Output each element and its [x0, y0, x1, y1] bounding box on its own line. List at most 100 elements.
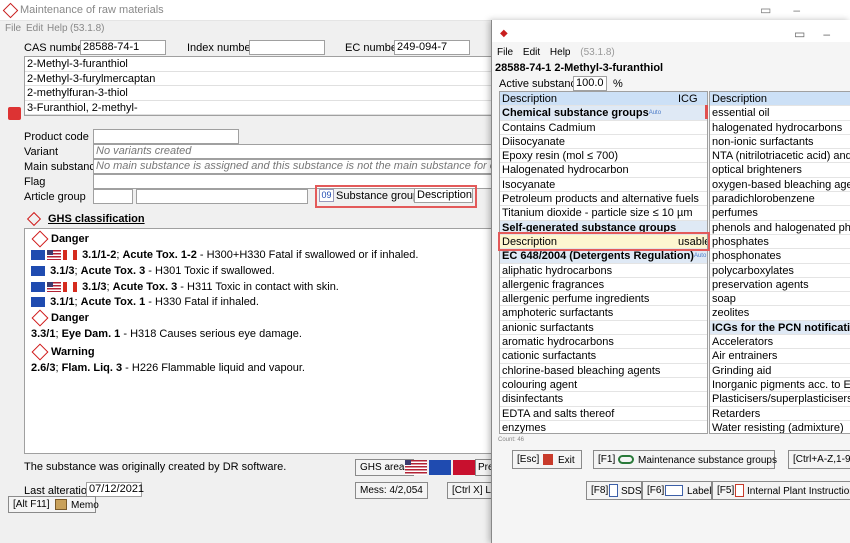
cas-label: CAS number — [24, 42, 87, 54]
table-row[interactable]: preservation agents — [710, 278, 850, 293]
row-description: perfumes — [712, 207, 758, 220]
ghs-line: 3.1/1-2; Acute Tox. 1-2 - H300+H330 Fata… — [31, 249, 418, 261]
table-row[interactable]: EDTA and salts thereof — [500, 407, 707, 421]
group-heading-row[interactable]: ICGs for the PCN notificationAuto — [710, 320, 850, 336]
table-row[interactable]: chlorine-based bleaching agents — [500, 364, 707, 378]
us-area-button[interactable] — [405, 460, 427, 475]
us-flag-icon — [47, 282, 61, 293]
row-description: Plasticisers/superplasticisers — [712, 393, 850, 406]
substance-names-list[interactable]: 2-Methyl-3-furanthiol 2-Methyl-3-furylme… — [24, 56, 504, 116]
table-row[interactable]: essential oil — [710, 106, 850, 121]
substance-groups-table[interactable]: Description ICG Chemical substance group… — [499, 91, 708, 434]
table-row[interactable]: Accelerators — [710, 335, 850, 350]
table-row[interactable]: Air entrainers — [710, 349, 850, 364]
ghs-line: 2.6/3; Flam. Liq. 3 - H226 Flammable liq… — [31, 362, 305, 374]
menu-file[interactable]: File — [5, 23, 21, 34]
article-group-code-field[interactable] — [93, 189, 133, 204]
table-row[interactable]: phenols and halogenated phenols — [710, 221, 850, 235]
menu-edit[interactable]: Edit — [26, 23, 43, 34]
table-row[interactable]: Grinding aid — [710, 364, 850, 378]
table-row[interactable]: Titanium dioxide - particle size ≤ 10 µm — [500, 206, 707, 221]
group-heading-row[interactable]: Chemical substance groupsAuto — [500, 106, 707, 121]
table-row[interactable]: allergenic fragrances — [500, 278, 707, 293]
hazard-statement: H311 Toxic in contact with skin. — [187, 281, 339, 293]
table-row[interactable]: allergenic perfume ingredients — [500, 292, 707, 307]
exit-button[interactable]: [Esc] Exit — [512, 450, 582, 469]
table-row[interactable]: Isocyanate — [500, 178, 707, 193]
table-row[interactable]: colouring agent — [500, 378, 707, 393]
sub-window-controls[interactable]: ▭– — [794, 27, 848, 41]
substance-groups-field[interactable]: Description — [414, 188, 473, 203]
table-row[interactable]: Halogenated hydrocarbon — [500, 163, 707, 178]
group-heading-row[interactable]: Self-generated substance groups — [500, 220, 707, 235]
internal-instruction-button[interactable]: [F5] Internal Plant Instruction — [712, 481, 850, 500]
table-row[interactable]: Retarders — [710, 407, 850, 421]
label-button[interactable]: [F6] Label — [642, 481, 712, 500]
row-description: phosphates — [712, 235, 769, 248]
menu-help[interactable]: Help — [47, 23, 68, 34]
row-description: non-ionic surfactants — [712, 135, 814, 148]
table-row[interactable]: paradichlorobenzene — [710, 192, 850, 207]
table-row[interactable]: halogenated hydrocarbons — [710, 121, 850, 135]
table-row[interactable]: anionic surfactants — [500, 321, 707, 336]
translate-icon[interactable] — [8, 107, 21, 120]
hazard-code: 3.3/1 — [31, 328, 56, 340]
table-row[interactable]: Water resisting (admixture) — [710, 421, 850, 433]
sub-menu-file[interactable]: File — [497, 47, 513, 58]
list-item[interactable]: 2-Methyl-3-furylmercaptan — [25, 72, 503, 86]
maint-shortcut: [F1] — [598, 454, 616, 465]
selected-row-highlight — [498, 232, 710, 251]
table-row[interactable]: phosphates — [710, 235, 850, 250]
table-row[interactable]: disinfectants — [500, 392, 707, 407]
row-description: preservation agents — [712, 278, 809, 291]
row-description: Isocyanate — [502, 178, 556, 191]
table-row[interactable]: Diisocyanate — [500, 135, 707, 150]
index-label: Index number — [187, 42, 255, 54]
table-row[interactable]: enzymes — [500, 421, 707, 433]
ctrl-az-button[interactable]: [Ctrl+A-Z,1-9 — [788, 450, 850, 469]
substance-groups-widget[interactable]: 09 Substance groups Description — [315, 185, 477, 208]
version-label: (53.1.8) — [70, 23, 105, 34]
active-substance-field[interactable]: 100.0 — [573, 76, 607, 91]
list-item[interactable]: 2-methylfuran-3-thiol — [25, 86, 503, 101]
substance-groups-table-right[interactable]: Description essential oil halogenated hyd… — [709, 91, 850, 434]
list-item[interactable]: 3-Furanthiol, 2-methyl- — [25, 101, 503, 115]
uk-area-button[interactable] — [453, 460, 475, 475]
table-row[interactable]: Contains Cadmium — [500, 121, 707, 135]
table-row[interactable]: soap — [710, 292, 850, 307]
table-row[interactable]: oxygen-based bleaching agents — [710, 178, 850, 193]
table-row[interactable]: perfumes — [710, 206, 850, 221]
table-row[interactable]: zeolites — [710, 306, 850, 321]
article-group-name-field[interactable] — [136, 189, 308, 204]
table-row[interactable]: optical brighteners — [710, 163, 850, 178]
sub-menu-help[interactable]: Help — [550, 47, 571, 58]
table-row[interactable]: phosphonates — [710, 249, 850, 264]
substance-groups-number: 09 — [319, 189, 334, 202]
table-row[interactable]: amphoteric surfactants — [500, 306, 707, 321]
hazard-statement: H226 Flammable liquid and vapour. — [131, 362, 305, 374]
row-description: Inorganic pigments acc. to EN 12878 — [712, 378, 850, 391]
table-row[interactable]: polycarboxylates — [710, 264, 850, 278]
table-row[interactable]: Epoxy resin (mol ≤ 700) — [500, 149, 707, 164]
cas-number-field[interactable]: 28588-74-1 — [80, 40, 166, 55]
table-row[interactable]: aliphatic hydrocarbons — [500, 264, 707, 278]
index-number-field[interactable] — [249, 40, 325, 55]
sub-menu-edit[interactable]: Edit — [523, 47, 540, 58]
table-row[interactable]: NTA (nitrilotriacetic acid) and salts — [710, 149, 850, 164]
table-row[interactable]: Plasticisers/superplasticisers — [710, 392, 850, 407]
memo-button[interactable]: [Alt F11] Memo — [8, 496, 99, 513]
product-code-field[interactable] — [93, 129, 239, 144]
table-row[interactable]: non-ionic surfactants — [710, 135, 850, 150]
table-row[interactable]: cationic surfactants — [500, 349, 707, 364]
sds-button[interactable]: [F8] SDS — [586, 481, 642, 500]
group-heading-row[interactable]: EC 648/2004 (Detergents Regulation)Auto — [500, 249, 707, 264]
list-item[interactable]: 2-Methyl-3-furanthiol — [25, 57, 503, 72]
table-row[interactable]: aromatic hydrocarbons — [500, 335, 707, 350]
table-row[interactable]: Petroleum products and alternative fuels — [500, 192, 707, 207]
ec-number-field[interactable]: 249-094-7 — [394, 40, 470, 55]
maintenance-groups-button[interactable]: [F1] Maintenance substance groups — [593, 450, 777, 469]
main-substance-label: Main substance — [24, 161, 102, 173]
app-logo-icon — [2, 2, 19, 19]
eu-area-button[interactable] — [429, 460, 451, 475]
table-row[interactable]: Inorganic pigments acc. to EN 12878 — [710, 378, 850, 393]
